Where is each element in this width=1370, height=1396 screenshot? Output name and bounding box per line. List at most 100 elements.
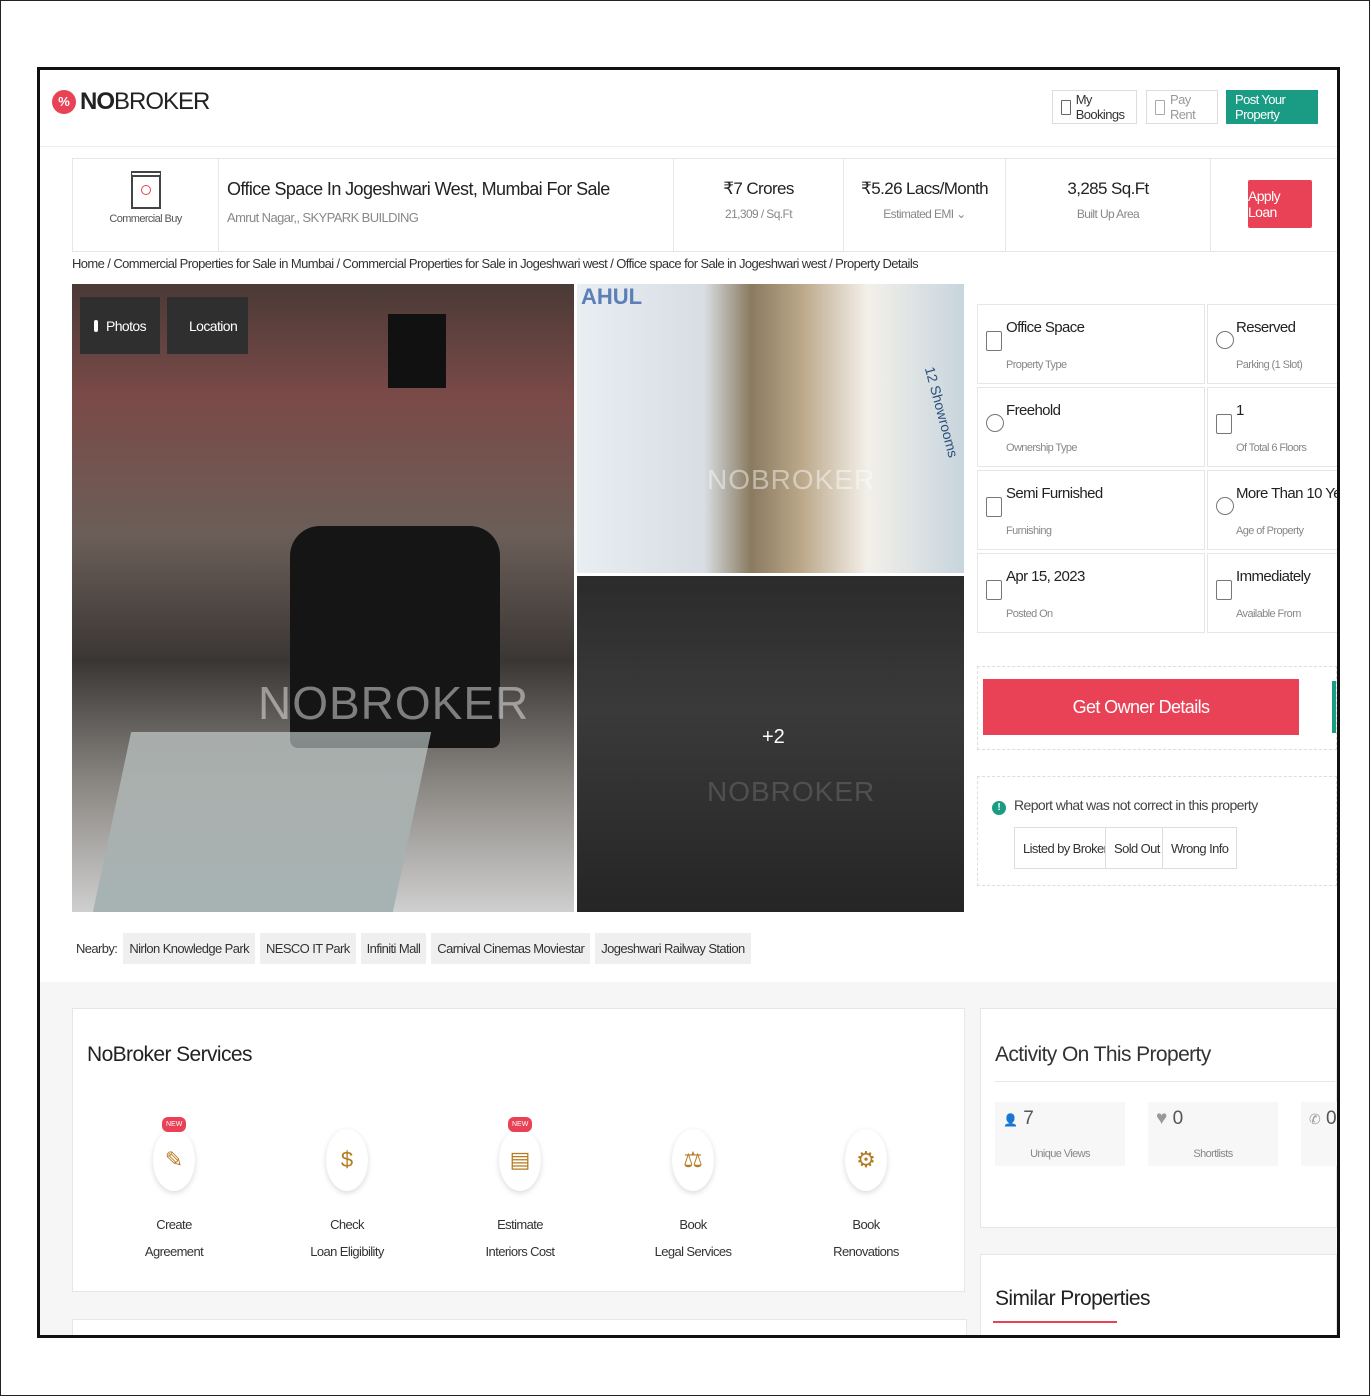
my-bookings-button[interactable]: My Bookings (1052, 90, 1137, 124)
nearby-chip[interactable]: Carnival Cinemas Moviestar (431, 932, 591, 964)
similar-properties: Similar Properties (980, 1254, 1337, 1335)
furniture-icon (986, 497, 1002, 517)
calendar-icon (1216, 580, 1232, 600)
unique-views-stat: 👤 7 Unique Views (995, 1102, 1125, 1166)
contacts-value: ✆ 0 (1309, 1108, 1337, 1130)
wrong-info-button[interactable]: Wrong Info (1162, 827, 1238, 869)
service-label: Book Legal Services (633, 1211, 753, 1265)
overview-floor: 1 Of Total 6 Floors (1207, 387, 1337, 467)
overview-value: Immediately (1236, 568, 1311, 585)
stairs-icon (1216, 414, 1232, 434)
overview-value: Office Space (1006, 319, 1085, 336)
overview-available-from: Immediately Available From (1207, 553, 1337, 633)
overview-value: Semi Furnished (1006, 485, 1103, 502)
logo-rest: BROKER (114, 88, 210, 115)
apply-loan-button[interactable]: Apply Loan (1248, 180, 1312, 228)
nearby-chip[interactable]: Jogeshwari Railway Station (595, 932, 751, 964)
nearby-chip[interactable]: NESCO IT Park (259, 932, 356, 964)
nearby-chip[interactable]: Nirlon Knowledge Park (123, 932, 255, 964)
service-label-line2: Agreement (144, 1244, 204, 1259)
price-cell: ₹7 Crores 21,309 / Sq.Ft (674, 159, 844, 251)
nobroker-logo[interactable]: % NOBROKER (52, 88, 210, 116)
location-button[interactable]: Location (167, 297, 248, 354)
listed-by-broker-button[interactable]: Listed by Broker (1014, 827, 1117, 869)
card-icon (1155, 99, 1166, 115)
flag-icon (986, 580, 1002, 600)
stat-value: 0 (1172, 1108, 1184, 1129)
price-value: ₹7 Crores (723, 179, 794, 198)
main-photo[interactable]: NOBROKER Photos Location (72, 284, 574, 912)
nearby-places: Nearby: Nirlon Knowledge Park NESCO IT P… (72, 926, 965, 970)
area-cell: 3,285 Sq.Ft Built Up Area (1006, 159, 1211, 251)
watermark: NOBROKER (707, 464, 876, 495)
get-owner-details-button[interactable]: Get Owner Details (983, 679, 1299, 735)
overview-key: Ownership Type (1006, 442, 1077, 454)
service-interiors-cost[interactable]: NEW ▤ Estimate Interiors Cost (460, 1117, 580, 1265)
sold-out-button[interactable]: Sold Out (1105, 827, 1169, 869)
alert-icon: ! (992, 801, 1006, 815)
service-label: Estimate Interiors Cost (460, 1211, 580, 1265)
similar-title: Similar Properties (995, 1287, 1151, 1310)
post-property-label: Post Your Property (1235, 92, 1286, 122)
hourglass-icon (1216, 497, 1234, 515)
more-photos-count: +2 (762, 726, 785, 748)
service-legal[interactable]: ⚖ Book Legal Services (633, 1129, 753, 1265)
watermark: NOBROKER (707, 776, 876, 807)
loan-icon: $ (326, 1129, 368, 1191)
post-property-button[interactable]: Post Your Property (1226, 90, 1318, 124)
emi-label: Estimated EMI ⌄ (883, 207, 966, 221)
more-photos-tile[interactable]: NOBROKER +2 (577, 576, 964, 912)
tv-shape (388, 314, 446, 388)
location-label: Location (189, 317, 238, 334)
service-label-line1: Estimate (497, 1217, 543, 1232)
nearby-label: Nearby: (76, 940, 118, 956)
breadcrumb[interactable]: Home / Commercial Properties for Sale in… (72, 256, 919, 271)
nobroker-services: NoBroker Services NEW ✎ Create Agreement … (72, 1008, 965, 1292)
parking-icon (1216, 331, 1234, 349)
nearby-chip[interactable]: Infiniti Mall (360, 932, 427, 964)
browser-viewport: % NOBROKER My Bookings Pay Rent Post You… (37, 67, 1340, 1338)
photos-button[interactable]: Photos (80, 297, 160, 354)
stat-value: 0 (1326, 1108, 1337, 1129)
secondary-button-edge[interactable] (1332, 681, 1336, 733)
service-loan-eligibility[interactable]: $ Check Loan Eligibility (287, 1129, 407, 1265)
property-summary-bar: Commercial Buy Office Space In Jogeshwar… (72, 158, 1337, 252)
pay-rent-button[interactable]: Pay Rent (1146, 90, 1218, 124)
overview-ownership: Freehold Ownership Type (977, 387, 1205, 467)
service-renovations[interactable]: ⚙ Book Renovations (806, 1129, 926, 1265)
overview-key: Furnishing (1006, 525, 1052, 537)
gavel-icon: ⚖ (672, 1129, 714, 1191)
service-label: Book Renovations (806, 1211, 926, 1265)
overview-property-type: Office Space Property Type (977, 304, 1205, 384)
shortlists-value: ♥ 0 (1156, 1108, 1183, 1130)
showroom-text: 12 Showrooms (921, 364, 962, 460)
camera-icon (94, 319, 98, 332)
category-cell: Commercial Buy (73, 159, 219, 251)
logo-bold: NO (80, 88, 115, 115)
top-navigation: % NOBROKER My Bookings Pay Rent Post You… (40, 70, 1337, 147)
overview-key: Of Total 6 Floors (1236, 442, 1307, 454)
overview-posted-on: Apr 15, 2023 Posted On (977, 553, 1205, 633)
building-icon (986, 331, 1002, 351)
service-create-agreement[interactable]: NEW ✎ Create Agreement (114, 1117, 234, 1265)
divider (995, 1081, 1335, 1082)
new-badge: NEW (508, 1117, 533, 1132)
service-label-line2: Loan Eligibility (310, 1244, 384, 1259)
stat-label: Unique Views (1030, 1148, 1090, 1160)
user-icon: 👤 (1003, 1113, 1018, 1127)
emi-cell[interactable]: ₹5.26 Lacs/Month Estimated EMI ⌄ (844, 159, 1006, 251)
secondary-photo[interactable]: AHUL 12 Showrooms NOBROKER (577, 284, 964, 573)
area-value: 3,285 Sq.Ft (1067, 179, 1149, 198)
overview-key: Available From (1236, 608, 1301, 620)
interiors-icon: ▤ (499, 1129, 541, 1191)
table-shape (92, 732, 432, 912)
heart-icon: ♥ (1156, 1108, 1168, 1129)
category-label: Commercial Buy (109, 213, 182, 225)
sign-text: AHUL (581, 284, 643, 309)
services-title: NoBroker Services (87, 1043, 252, 1066)
agreement-icon: ✎ (153, 1129, 195, 1191)
service-label-line1: Create (156, 1217, 192, 1232)
area-label: Built Up Area (1076, 207, 1140, 221)
shop-icon (130, 171, 161, 209)
next-card (72, 1319, 967, 1335)
